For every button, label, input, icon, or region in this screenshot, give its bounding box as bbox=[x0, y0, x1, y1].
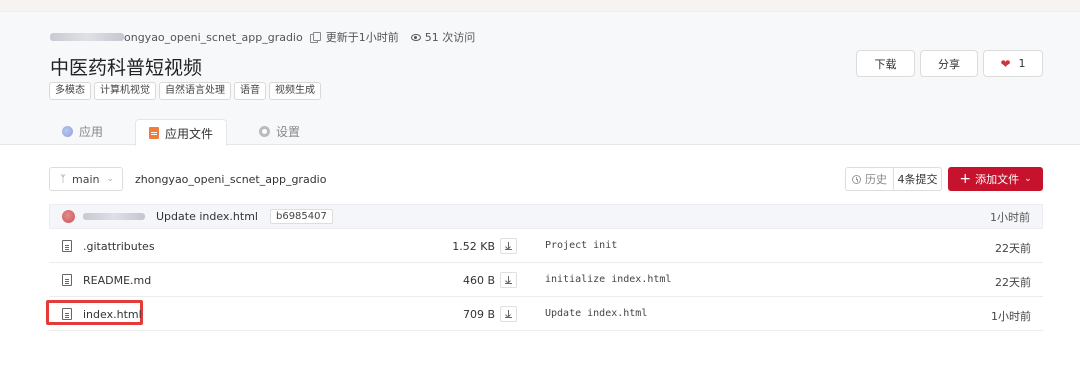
tab-label: 应用 bbox=[79, 125, 104, 139]
file-commit-message[interactable]: Project init bbox=[545, 240, 617, 251]
branch-name: main bbox=[72, 172, 100, 186]
file-name[interactable]: .gitattributes bbox=[83, 240, 155, 253]
commit-message[interactable]: Update index.html bbox=[156, 210, 258, 223]
tab-app-files[interactable]: 应用文件 bbox=[135, 119, 228, 146]
app-icon bbox=[62, 126, 73, 137]
visit-count: 51 次访问 bbox=[424, 31, 476, 44]
tab-bar: 应用 应用文件 设置 bbox=[50, 118, 332, 146]
repo-name[interactable]: ongyao_openi_scnet_app_gradio bbox=[124, 31, 303, 44]
tag-list: 多模态 计算机视觉 自然语言处理 语音 视频生成 bbox=[49, 82, 321, 100]
file-commit-message[interactable]: initialize index.html bbox=[545, 274, 671, 285]
file-row[interactable]: README.md 460 B initialize index.html 22… bbox=[49, 263, 1043, 297]
file-name[interactable]: README.md bbox=[83, 274, 151, 287]
file-size: 460 B bbox=[462, 274, 495, 287]
repo-meta: ongyao_openi_scnet_app_gradio 更新于1小时前 51… bbox=[50, 30, 475, 44]
gear-icon bbox=[259, 126, 271, 137]
history-label: 历史 bbox=[865, 173, 887, 186]
like-count: 1 bbox=[1018, 57, 1026, 70]
download-icon[interactable] bbox=[500, 272, 517, 288]
file-size: 1.52 KB bbox=[452, 240, 495, 253]
download-button[interactable]: 下载 bbox=[856, 50, 915, 77]
file-row[interactable]: .gitattributes 1.52 KB Project init 22天前 bbox=[49, 229, 1043, 263]
file-commit-message[interactable]: Update index.html bbox=[545, 308, 647, 319]
chevron-down-icon: ⌄ bbox=[1024, 174, 1032, 184]
tab-settings[interactable]: 设置 bbox=[247, 118, 312, 145]
like-button[interactable]: ❤ 1 bbox=[983, 50, 1043, 77]
document-icon bbox=[62, 274, 72, 286]
latest-commit-bar: Update index.html b6985407 1小时前 bbox=[49, 204, 1043, 229]
file-time: 22天前 bbox=[995, 242, 1031, 255]
clock-icon bbox=[852, 174, 861, 184]
document-icon bbox=[62, 240, 72, 252]
branch-selector[interactable]: ᛉ main ⌄ bbox=[49, 167, 123, 191]
tab-app[interactable]: 应用 bbox=[50, 118, 115, 145]
eye-icon bbox=[410, 33, 421, 41]
avatar[interactable] bbox=[62, 210, 75, 223]
document-icon bbox=[62, 308, 72, 320]
add-file-label: 添加文件 bbox=[975, 173, 1020, 186]
file-name[interactable]: index.html bbox=[83, 308, 142, 321]
file-icon bbox=[149, 127, 160, 139]
tag[interactable]: 视频生成 bbox=[269, 82, 321, 100]
owner-name-blurred bbox=[50, 33, 124, 41]
author-name-blurred bbox=[83, 213, 145, 220]
tag[interactable]: 自然语言处理 bbox=[159, 82, 231, 100]
commit-count[interactable]: 4条提交 bbox=[894, 171, 941, 187]
commit-sha[interactable]: b6985407 bbox=[269, 209, 333, 224]
file-time: 1小时前 bbox=[991, 310, 1031, 323]
updated-time: 更新于1小时前 bbox=[325, 31, 399, 44]
history-button[interactable]: 历史 bbox=[846, 168, 894, 190]
commit-time: 1小时前 bbox=[990, 210, 1030, 224]
tag[interactable]: 计算机视觉 bbox=[94, 82, 156, 100]
download-icon[interactable] bbox=[500, 306, 517, 322]
plus-icon: + bbox=[959, 171, 972, 187]
chevron-down-icon: ⌄ bbox=[106, 174, 115, 184]
tag[interactable]: 语音 bbox=[234, 82, 266, 100]
copy-icon[interactable] bbox=[309, 32, 321, 43]
history-group: 历史 4条提交 bbox=[845, 167, 942, 191]
tab-label: 设置 bbox=[276, 125, 301, 139]
file-list: .gitattributes 1.52 KB Project init 22天前… bbox=[46, 229, 1043, 331]
add-file-button[interactable]: + 添加文件 ⌄ bbox=[948, 167, 1043, 191]
file-row[interactable]: index.html 709 B Update index.html 1小时前 bbox=[46, 297, 1043, 331]
branch-icon: ᛉ bbox=[60, 173, 66, 185]
top-banner-strip bbox=[0, 0, 1080, 12]
page-title: 中医药科普短视频 bbox=[50, 57, 203, 79]
download-icon[interactable] bbox=[500, 238, 517, 254]
tab-label: 应用文件 bbox=[165, 126, 214, 141]
breadcrumb[interactable]: zhongyao_openi_scnet_app_gradio bbox=[135, 167, 326, 191]
file-size: 709 B bbox=[462, 308, 495, 321]
share-button[interactable]: 分享 bbox=[920, 50, 978, 77]
tag[interactable]: 多模态 bbox=[49, 82, 91, 100]
file-time: 22天前 bbox=[995, 276, 1031, 289]
heart-icon: ❤ bbox=[1000, 56, 1011, 71]
